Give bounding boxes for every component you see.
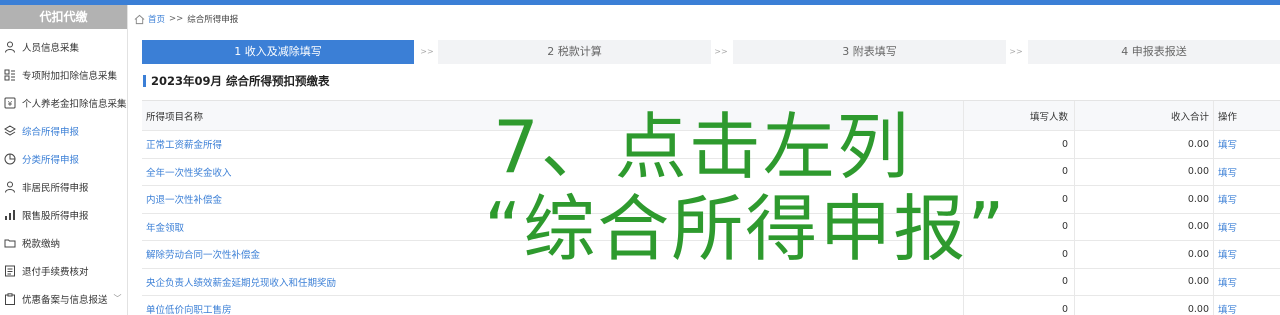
income-item-name-link[interactable]: 全年一次性奖金收入 bbox=[142, 158, 964, 185]
fill-link[interactable]: 填写 bbox=[1214, 186, 1280, 213]
layers-icon bbox=[4, 124, 16, 137]
sidebar-item-label: 非居民所得申报 bbox=[22, 182, 89, 194]
page-title-text: 2023年09月 综合所得预扣预缴表 bbox=[151, 74, 330, 88]
sidebar-item-label: 优惠备案与信息报送 bbox=[22, 294, 108, 306]
income-item-name-link[interactable]: 内退一次性补偿金 bbox=[142, 186, 964, 213]
table-header-row: 所得项目名称 填写人数 收入合计 操作 bbox=[142, 101, 1280, 131]
sidebar-item-label: 个人养老金扣除信息采集 bbox=[22, 98, 127, 110]
table-row: 央企负责人绩效薪金延期兑现收入和任期奖励 0 0.00 填写 bbox=[142, 268, 1280, 296]
col-header-op: 操作 bbox=[1218, 111, 1238, 123]
pie-icon bbox=[4, 153, 16, 165]
filled-count: 0 bbox=[964, 186, 1075, 213]
income-item-name-link[interactable]: 解除劳动合同一次性补偿金 bbox=[142, 241, 964, 268]
step-arrow-1: >> bbox=[420, 47, 434, 56]
chevron-down-icon[interactable]: ﹀ bbox=[114, 293, 122, 304]
sidebar-item-classified-income[interactable]: 分类所得申报 bbox=[0, 145, 128, 172]
step-progress: 1 收入及减除填写 >> 2 税款计算 >> 3 附表填写 >> 4 申报表报送 bbox=[142, 40, 1280, 64]
title-accent-bar bbox=[143, 75, 146, 87]
col-header-income: 收入合计 bbox=[1075, 101, 1214, 130]
income-total: 0.00 bbox=[1075, 186, 1214, 213]
sidebar-item-personnel-info[interactable]: 人员信息采集 bbox=[0, 33, 128, 60]
col-header-name: 所得项目名称 bbox=[142, 101, 964, 130]
person-icon bbox=[4, 41, 16, 53]
sidebar-header: 代扣代缴 bbox=[0, 5, 127, 29]
income-total: 0.00 bbox=[1075, 213, 1214, 240]
income-total: 0.00 bbox=[1075, 296, 1214, 315]
fill-link[interactable]: 填写 bbox=[1214, 131, 1280, 158]
svg-text:¥: ¥ bbox=[8, 100, 13, 108]
bar-chart-icon bbox=[4, 209, 16, 221]
folder-icon bbox=[4, 237, 16, 249]
income-total: 0.00 bbox=[1075, 241, 1214, 268]
sidebar: 代扣代缴 人员信息采集 专项附加扣除信息采集 ¥ 个人养老金扣除信息采集 综合所… bbox=[0, 5, 128, 315]
sidebar-item-restricted-shares[interactable]: 限售股所得申报 bbox=[0, 201, 128, 228]
fill-link[interactable]: 填写 bbox=[1214, 214, 1280, 241]
sidebar-item-pension-deduction[interactable]: ¥ 个人养老金扣除信息采集 bbox=[0, 89, 128, 116]
sidebar-item-label: 人员信息采集 bbox=[22, 42, 80, 54]
breadcrumb: 首页 >> 综合所得申报 bbox=[134, 12, 238, 26]
step-submit-report[interactable]: 4 申报表报送 bbox=[1028, 40, 1280, 64]
filled-count: 0 bbox=[964, 296, 1075, 315]
sidebar-item-label: 综合所得申报 bbox=[22, 126, 80, 138]
filled-count: 0 bbox=[964, 158, 1075, 185]
step-income-deduction[interactable]: 1 收入及减除填写 bbox=[142, 40, 414, 64]
sidebar-item-label: 退付手续费核对 bbox=[22, 266, 89, 278]
user-outline-icon bbox=[4, 181, 16, 193]
income-total: 0.00 bbox=[1075, 158, 1214, 185]
document-icon bbox=[4, 265, 16, 277]
fill-link[interactable]: 填写 bbox=[1214, 159, 1280, 186]
filled-count: 0 bbox=[964, 241, 1075, 268]
step-arrow-2: >> bbox=[714, 47, 728, 56]
table-row: 全年一次性奖金收入 0 0.00 填写 bbox=[142, 158, 1280, 186]
step-arrow-3: >> bbox=[1009, 47, 1023, 56]
page-title: 2023年09月 综合所得预扣预缴表 bbox=[143, 74, 330, 88]
sidebar-item-label: 税款缴纳 bbox=[22, 238, 61, 250]
col-header-count: 填写人数 bbox=[964, 101, 1075, 130]
home-icon bbox=[134, 14, 145, 24]
table-row: 正常工资薪金所得 0 0.00 填写 bbox=[142, 131, 1280, 159]
step-tax-calculation[interactable]: 2 税款计算 bbox=[438, 40, 711, 64]
top-accent-bar bbox=[0, 0, 1280, 5]
sidebar-item-label: 分类所得申报 bbox=[22, 154, 80, 166]
sidebar-item-label: 限售股所得申报 bbox=[22, 210, 89, 222]
income-item-name-link[interactable]: 正常工资薪金所得 bbox=[142, 131, 964, 158]
table-row: 单位低价向职工售房 0 0.00 填写 bbox=[142, 296, 1280, 315]
income-table: 所得项目名称 填写人数 收入合计 操作 正常工资薪金所得 0 0.00 填写 全年一次性… bbox=[142, 100, 1280, 315]
sidebar-item-comprehensive-income[interactable]: 综合所得申报 bbox=[0, 117, 128, 144]
filled-count: 0 bbox=[964, 268, 1075, 295]
grid-list-icon bbox=[4, 69, 16, 81]
pension-icon: ¥ bbox=[4, 97, 16, 109]
fill-link[interactable]: 填写 bbox=[1214, 269, 1280, 296]
sidebar-item-preferential-filing[interactable]: 优惠备案与信息报送 ﹀ bbox=[0, 285, 128, 312]
income-item-name-link[interactable]: 年金领取 bbox=[142, 213, 964, 240]
sidebar-item-tax-payment[interactable]: 税款缴纳 bbox=[0, 229, 128, 256]
income-item-name-link[interactable]: 央企负责人绩效薪金延期兑现收入和任期奖励 bbox=[142, 268, 964, 295]
breadcrumb-current: 综合所得申报 bbox=[187, 15, 239, 25]
income-total: 0.00 bbox=[1075, 131, 1214, 158]
filled-count: 0 bbox=[964, 213, 1075, 240]
sidebar-item-nonresident-income[interactable]: 非居民所得申报 bbox=[0, 173, 128, 200]
table-row: 解除劳动合同一次性补偿金 0 0.00 填写 bbox=[142, 241, 1280, 269]
income-item-name-link[interactable]: 单位低价向职工售房 bbox=[142, 296, 964, 315]
clipboard-icon bbox=[4, 292, 16, 305]
sidebar-item-refund-fee-check[interactable]: 退付手续费核对 bbox=[0, 257, 128, 284]
income-total: 0.00 bbox=[1075, 268, 1214, 295]
table-row: 内退一次性补偿金 0 0.00 填写 bbox=[142, 186, 1280, 214]
breadcrumb-home-link[interactable]: 首页 bbox=[148, 13, 165, 25]
step-schedule-fill[interactable]: 3 附表填写 bbox=[733, 40, 1006, 64]
fill-link[interactable]: 填写 bbox=[1214, 296, 1280, 315]
filled-count: 0 bbox=[964, 131, 1075, 158]
breadcrumb-separator: >> bbox=[169, 14, 184, 24]
table-row: 年金领取 0 0.00 填写 bbox=[142, 213, 1280, 241]
fill-link[interactable]: 填写 bbox=[1214, 241, 1280, 268]
sidebar-item-label: 专项附加扣除信息采集 bbox=[22, 70, 118, 82]
sidebar-item-special-deduction[interactable]: 专项附加扣除信息采集 bbox=[0, 61, 128, 88]
